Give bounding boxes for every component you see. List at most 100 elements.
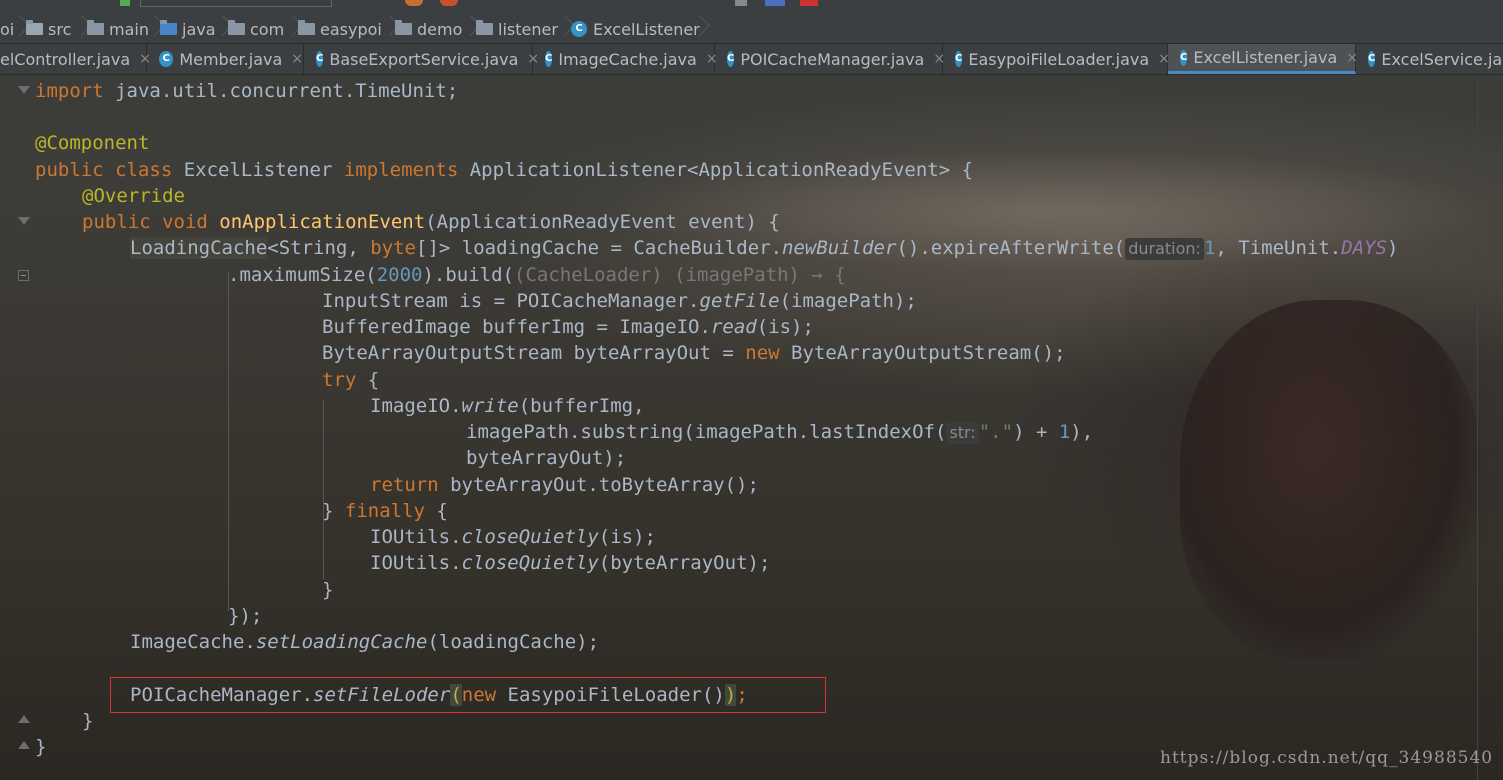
parameter-hint: str: [946,422,979,444]
breadcrumb-label: com [250,19,285,39]
code-editor[interactable]: import java.util.concurrent.TimeUnit; @C… [0,75,1503,780]
breadcrumb-label: java [182,19,216,39]
tab-baseexportservice[interactable]: C BaseExportService.java × [304,44,539,74]
code-line: @Component [35,132,150,154]
class-icon: C [159,51,174,67]
code-line: LoadingCache<String, byte[]> loadingCach… [130,237,1399,260]
fold-arrow-icon[interactable] [18,715,30,723]
tab-member[interactable]: C Member.java × [147,44,304,74]
tab-label: Member.java [179,49,283,69]
code-line: IOUtils.closeQuietly(byteArrayOut); [370,552,771,574]
close-icon[interactable]: × [291,51,303,67]
run-config-selector[interactable] [140,0,332,7]
fold-collapse-icon[interactable] [18,270,29,281]
chevron-right-icon [10,16,20,42]
breadcrumb-label: ExcelListener [593,19,700,39]
fold-arrow-icon[interactable] [18,86,30,94]
code-line: @Override [82,185,185,207]
code-line: ImageCache.setLoadingCache(loadingCache)… [130,631,600,653]
class-lock-icon: C [545,51,553,67]
breadcrumb-item-easypoi[interactable]: easypoi [298,18,382,40]
debug-icon[interactable] [405,0,423,6]
tab-elcontroller[interactable]: elController.java × [0,44,151,74]
chevron-right-icon [213,16,223,42]
stop-icon[interactable] [440,0,458,6]
tab-label: EasypoiFileLoader.java [968,49,1150,69]
package-icon [298,20,315,35]
class-icon: C [955,51,963,67]
parameter-hint: duration: [1125,238,1204,260]
navigation-breadcrumb: oi src main java com easypoi demo listen… [0,0,1503,44]
breadcrumb-item-java[interactable]: java [160,18,216,40]
class-lock-icon: C [727,51,735,67]
package-icon [228,20,245,35]
breadcrumb-label: demo [417,19,463,39]
code-line: IOUtils.closeQuietly(is); [370,526,656,548]
tab-label: ExcelListener.java [1193,48,1338,67]
breadcrumb-item-listener[interactable]: listener [476,18,558,40]
code-line: ImageIO.write(bufferImg, [370,395,645,417]
code-line: byteArrayOut); [466,447,627,469]
source-folder-icon [160,20,177,35]
chevron-right-icon [555,16,565,42]
chevron-right-icon [690,16,700,42]
fold-arrow-icon[interactable] [18,741,30,749]
code-line: }); [228,605,263,627]
class-lock-icon: C [316,51,324,67]
watermark-text: https://blog.csdn.net/qq_34988540 [1160,748,1494,768]
breadcrumb-item-src[interactable]: src [26,18,71,40]
chevron-right-icon [380,16,390,42]
code-line: import java.util.concurrent.TimeUnit; [35,80,459,102]
code-line: } [322,579,334,601]
code-line: } [82,710,94,732]
breadcrumb-item-excellistener[interactable]: C ExcelListener [571,18,700,40]
tab-imagecache[interactable]: C ImageCache.java × [533,44,718,74]
tab-poicachemanager[interactable]: C POICacheManager.java × [715,44,945,74]
folder-icon [87,20,104,35]
indent-guide [323,400,324,580]
package-icon [476,20,493,35]
chevron-right-icon [461,16,471,42]
code-line: public void onApplicationEvent(Applicati… [82,211,780,233]
indent-guide [228,271,229,611]
tab-label: ImageCache.java [558,49,697,69]
class-icon: C [1180,49,1188,66]
breadcrumb-label: easypoi [320,19,382,39]
chevron-right-icon [145,16,155,42]
folder-icon [26,20,43,35]
class-icon: C [571,21,587,37]
run-config-icon[interactable] [120,0,130,6]
breadcrumb-label: listener [498,19,558,39]
tab-excelservice[interactable]: C ExcelService.java [1356,44,1503,74]
code-line: } finally { [322,500,448,522]
code-line: imagePath.substring(imagePath.lastIndexO… [466,421,1094,444]
code-line: BufferedImage bufferImg = ImageIO.read(i… [322,316,814,338]
editor-tab-bar: elController.java × C Member.java × C Ba… [0,44,1503,75]
code-line: .maximumSize(2000).build((CacheLoader) (… [228,264,846,286]
chevron-right-icon [283,16,293,42]
tab-label: POICacheManager.java [740,49,925,69]
breadcrumb-item-main[interactable]: main [87,18,149,40]
code-line: public class ExcelListener implements Ap… [35,159,974,181]
breadcrumb-item-demo[interactable]: demo [395,18,462,40]
save-icon[interactable] [735,0,747,6]
fold-arrow-icon[interactable] [18,217,30,225]
sdk-icon[interactable] [800,0,818,6]
code-line: return byteArrayOut.toByteArray(); [370,474,759,496]
tab-label: BaseExportService.java [329,49,519,69]
breadcrumb-label: src [48,19,72,39]
code-line: } [35,736,47,758]
tab-label: ExcelService.java [1381,49,1503,69]
chevron-right-icon [72,16,82,42]
tab-excellistener[interactable]: C ExcelListener.java × [1168,44,1358,74]
right-margin-guide [1477,75,1478,780]
package-icon [395,20,412,35]
code-line: InputStream is = POICacheManager.getFile… [322,290,917,312]
class-icon: C [1368,51,1376,67]
tab-easypoifileloader[interactable]: C EasypoiFileLoader.java × [943,44,1170,74]
structure-icon[interactable] [765,0,785,6]
breadcrumb-item-com[interactable]: com [228,18,284,40]
highlight-box [110,677,826,713]
code-line: try { [322,369,380,391]
code-line: ByteArrayOutputStream byteArrayOut = new… [322,342,1066,364]
